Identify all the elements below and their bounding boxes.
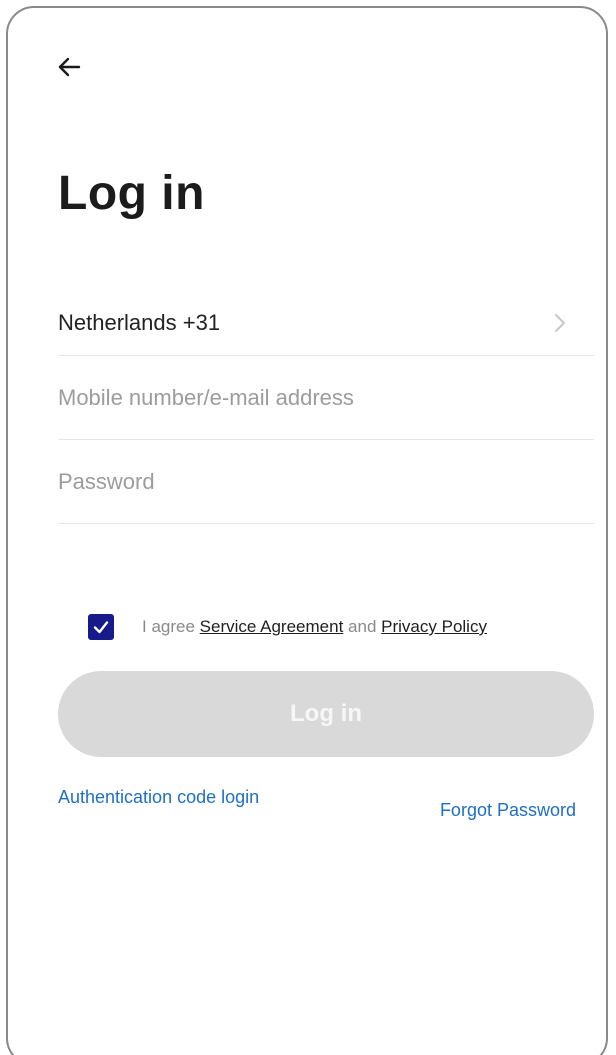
- back-button[interactable]: [52, 50, 86, 84]
- forgot-password-link[interactable]: Forgot Password: [440, 800, 576, 821]
- account-field-row: [58, 356, 594, 440]
- agree-checkbox[interactable]: [88, 614, 114, 640]
- arrow-left-icon: [58, 57, 81, 77]
- checkmark-icon: [93, 621, 109, 634]
- country-value: Netherlands +31: [58, 309, 221, 335]
- phone-frame: Log in Netherlands +31 I agree Service A…: [6, 6, 608, 1055]
- auth-code-login-link[interactable]: Authentication code login: [58, 786, 288, 808]
- agree-conjunction: and: [348, 617, 377, 636]
- login-button[interactable]: Log in: [58, 671, 594, 757]
- page-title: Log in: [58, 167, 205, 220]
- agree-prefix: I agree: [142, 617, 195, 636]
- service-agreement-link[interactable]: Service Agreement: [200, 617, 344, 637]
- country-selector[interactable]: Netherlands +31: [58, 290, 594, 356]
- account-input[interactable]: [58, 384, 594, 411]
- privacy-policy-link[interactable]: Privacy Policy: [381, 617, 487, 637]
- agreement-row: I agree Service Agreement and Privacy Po…: [88, 610, 487, 644]
- password-input[interactable]: [58, 468, 594, 495]
- password-field-row: [58, 440, 594, 524]
- chevron-right-icon: [548, 311, 572, 335]
